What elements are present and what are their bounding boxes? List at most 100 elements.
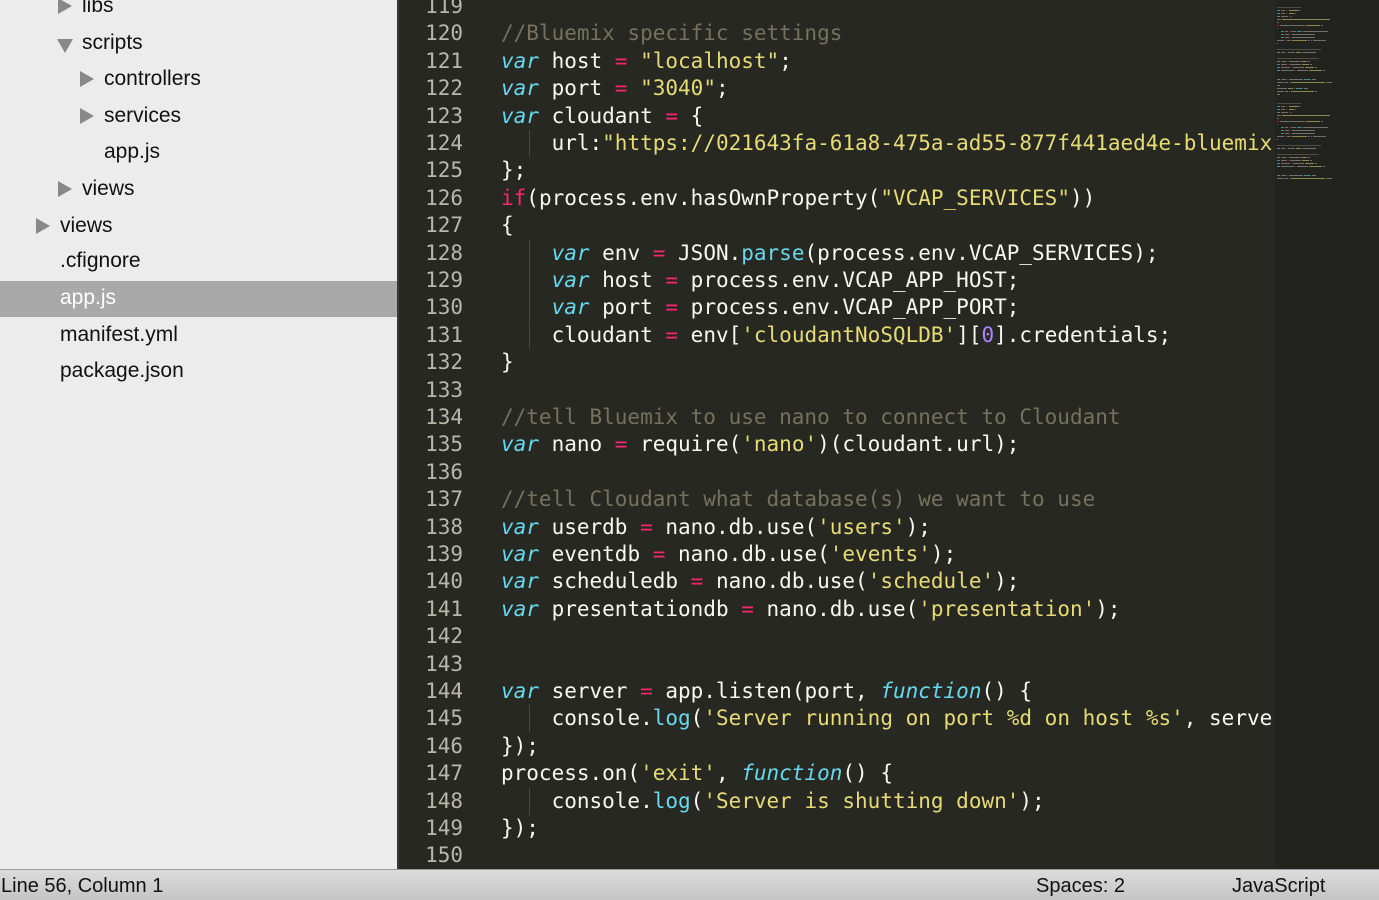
code-line[interactable]: var port = "3040"; [501,75,729,102]
code-line[interactable]: var port = process.env.VCAP_APP_PORT; [501,294,1020,321]
code-line[interactable]: }; [501,157,526,184]
code-token: ); [1019,788,1045,813]
code-token: console. [501,706,653,731]
code-line[interactable]: var host = process.env.VCAP_APP_HOST; [501,267,1020,294]
disclosure-collapsed-icon[interactable] [80,108,94,124]
tree-file-manifest-yml[interactable]: manifest.yml [0,318,397,354]
code-token: = [652,240,666,265]
code-line[interactable]: //tell Cloudant what database(s) we want… [501,486,1095,513]
tree-folder-views[interactable]: views [0,209,397,245]
minimap-token [1277,106,1280,107]
tree-folder-services[interactable]: services [0,99,397,135]
sidebar-file-tree: libs scripts controllers services app.js… [0,0,397,869]
code-line[interactable]: { [501,212,514,239]
code-line[interactable]: console.log('Server running on port %d o… [501,705,1273,732]
code-line[interactable]: var scheduledb = nano.db.use('schedule')… [501,568,1019,595]
line-number: 134 [425,405,463,429]
code-token: () { [842,761,893,786]
code-token: var [551,295,590,320]
tree-file-app-js-selected[interactable]: app.js [0,281,397,317]
code-token: nano.db.use( [753,596,919,621]
code-token: = [614,76,628,101]
line-number: 121 [425,48,463,73]
code-line[interactable]: //Bluemix specific settings [501,20,842,47]
minimap-token [1277,7,1301,8]
code-line[interactable]: var presentationdb = nano.db.use('presen… [501,596,1121,623]
code-token: nano [538,432,615,457]
minimap-token [1277,40,1284,41]
code-line[interactable]: } [501,349,514,376]
code-line[interactable]: if(process.env.hasOwnProperty("VCAP_SERV… [501,185,1095,212]
line-number: 131 [425,322,463,347]
minimap-token [1291,16,1292,17]
code-token: process.env.VCAP_APP_PORT; [678,295,1020,320]
tree-folder-scripts[interactable]: scripts [0,26,397,62]
line-number: 139 [425,542,463,566]
minimap-token [1315,91,1317,92]
tree-folder-views-nested[interactable]: views [0,172,397,208]
minimap-token [1281,52,1285,53]
minimap-token [1281,109,1285,110]
line-number: 127 [425,213,463,238]
code-line[interactable]: var eventdb = nano.db.use('events'); [501,541,956,568]
code-token: process.on( [501,761,641,786]
minimap-token [1277,103,1301,104]
code-editor[interactable]: 119 120 //Bluemix specific settings 121 var … [399,0,1275,869]
disclosure-collapsed-icon[interactable] [80,71,94,87]
code-line[interactable]: cloudant = env['cloudantNoSQLDB'][0].cre… [501,322,1172,349]
code-line[interactable]: console.log('Server is shutting down'); [501,788,1045,815]
code-token: "3040" [640,76,716,101]
syntax-mode[interactable]: JavaScript [1232,875,1325,898]
code-token: 'schedule' [867,569,995,594]
code-token: () { [981,679,1033,703]
minimap-token [1315,163,1317,164]
minimap-token [1286,13,1287,14]
minimap[interactable] [1275,0,1379,869]
minimap-token [1281,127,1284,128]
disclosure-expanded-icon[interactable] [57,39,73,53]
indentation-setting[interactable]: Spaces: 2 [1036,875,1125,898]
disclosure-collapsed-icon[interactable] [58,181,72,197]
minimap-token [1292,136,1307,137]
minimap-token [1277,52,1280,53]
code-line[interactable]: var userdb = nano.db.use('users'); [501,514,931,541]
minimap-token [1289,157,1300,158]
code-line[interactable]: var host = "localhost"; [501,48,792,75]
minimap-token [1281,64,1287,65]
code-line[interactable]: url:"https://021643fa-61a8-475a-ad55-877… [501,130,1273,157]
cursor-position: Line 56, Column 1 [1,875,164,897]
code-line[interactable]: }); [501,815,539,842]
tree-folder-controllers[interactable]: controllers [0,62,397,98]
code-line[interactable]: var cloudant = { [501,103,703,130]
status-bar: Line 56, Column 1 Spaces: 2 JavaScript [0,869,1379,900]
minimap-token [1291,112,1292,113]
code-line[interactable]: }); [501,733,539,760]
code-line[interactable]: var env = JSON.parse(process.env.VCAP_SE… [501,240,1159,267]
tree-item-label: package.json [60,359,184,382]
code-line[interactable]: process.on('exit', function() { [501,760,893,787]
tree-file-cfignore[interactable]: .cfignore [0,244,397,280]
disclosure-collapsed-icon[interactable] [58,0,72,14]
code-token: function [741,761,843,786]
minimap-token [1285,31,1288,32]
minimap-token [1296,88,1303,89]
code-line[interactable]: var server = app.listen(port, function()… [501,678,1032,705]
minimap-token [1281,166,1294,167]
tree-file-scripts-app-js[interactable]: app.js [0,135,397,171]
tree-file-package-json[interactable]: package.json [0,354,397,390]
minimap-token [1290,130,1291,131]
minimap-token [1296,52,1301,53]
minimap-token [1285,133,1289,134]
tree-folder-libs[interactable]: libs [0,0,397,25]
minimap-token [1281,13,1285,14]
disclosure-collapsed-icon[interactable] [36,218,50,234]
code-token: 'Server running on port %d on host %s' [703,706,1184,731]
minimap-token [1277,64,1280,65]
code-line[interactable]: //tell Bluemix to use nano to connect to… [501,404,1121,431]
minimap-token [1281,79,1286,80]
tree-item-label: views [60,214,113,237]
code-line[interactable]: var nano = require('nano')(cloudant.url)… [501,431,1019,458]
minimap-token [1285,130,1289,131]
minimap-token [1323,166,1325,167]
